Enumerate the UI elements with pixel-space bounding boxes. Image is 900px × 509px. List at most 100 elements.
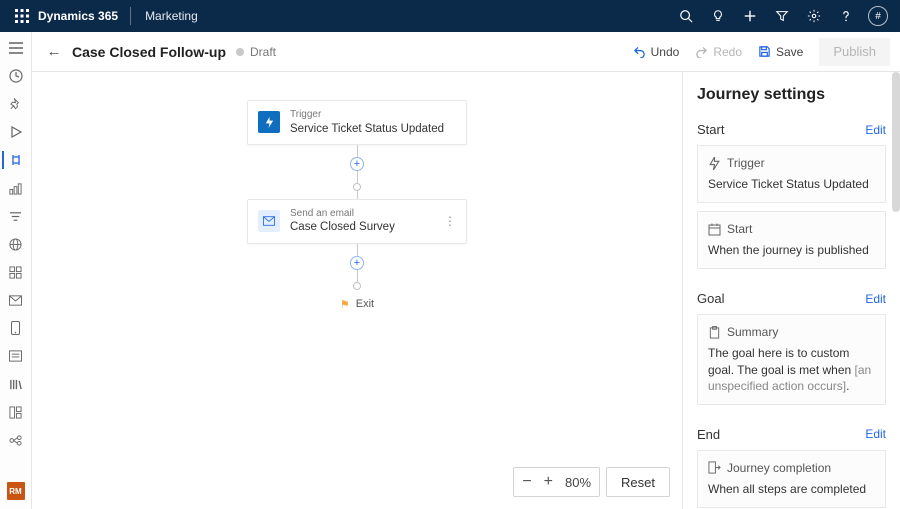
- flag-icon: ⚑: [340, 298, 350, 311]
- persona-initials: RM: [7, 482, 25, 500]
- clipboard-icon: [708, 326, 721, 339]
- nav-segments-icon[interactable]: [2, 204, 30, 228]
- tile-trigger-label: Trigger: [727, 156, 765, 170]
- avatar-initial: #: [875, 11, 881, 22]
- lightning-icon: [258, 111, 280, 133]
- tile-start: Start When the journey is published: [697, 211, 886, 269]
- save-button[interactable]: Save: [750, 38, 811, 66]
- page-title: Case Closed Follow-up: [72, 44, 226, 60]
- connector-node-icon: [353, 282, 361, 290]
- trigger-card[interactable]: Trigger Service Ticket Status Updated: [247, 100, 467, 145]
- publish-label: Publish: [833, 44, 876, 59]
- add-step-button[interactable]: +: [350, 157, 364, 171]
- tile-summary: Summary The goal here is to custom goal.…: [697, 314, 886, 405]
- edit-start-link[interactable]: Edit: [865, 123, 886, 137]
- section-start-label: Start: [697, 122, 724, 137]
- tile-start-label: Start: [727, 222, 752, 236]
- tile-completion-value: When all steps are completed: [708, 481, 875, 497]
- nav-connections-icon[interactable]: [2, 428, 30, 452]
- tile-completion-label: Journey completion: [727, 461, 831, 475]
- undo-label: Undo: [651, 45, 680, 59]
- nav-mobile-icon[interactable]: [2, 316, 30, 340]
- section-end-label: End: [697, 427, 720, 442]
- zoom-controls: − + 80% Reset: [513, 467, 670, 497]
- nav-hamburger-icon[interactable]: [2, 36, 30, 60]
- add-step-button[interactable]: +: [350, 256, 364, 270]
- nav-library-icon[interactable]: [2, 372, 30, 396]
- section-end: End Edit Journey completion When all ste…: [697, 427, 886, 508]
- nav-forms-icon[interactable]: [2, 344, 30, 368]
- nav-email-icon[interactable]: [2, 288, 30, 312]
- help-icon[interactable]: [830, 0, 862, 32]
- left-nav-rail: RM: [0, 32, 32, 509]
- journey-settings-panel: Journey settings Start Edit Trigger Serv…: [682, 72, 900, 509]
- section-goal-label: Goal: [697, 291, 724, 306]
- email-icon: [258, 210, 280, 232]
- zoom-reset-button[interactable]: Reset: [606, 467, 670, 497]
- status-dot-icon: [236, 48, 244, 56]
- user-avatar[interactable]: #: [862, 0, 894, 32]
- nav-dashboard-icon[interactable]: [2, 260, 30, 284]
- settings-gear-icon[interactable]: [798, 0, 830, 32]
- nav-pin-icon[interactable]: [2, 92, 30, 116]
- connector-line: [357, 171, 358, 183]
- add-icon[interactable]: [734, 0, 766, 32]
- redo-button: Redo: [687, 38, 750, 66]
- exit-icon: [708, 461, 721, 474]
- undo-button[interactable]: Undo: [625, 38, 688, 66]
- zoom-percent: 80%: [565, 475, 591, 490]
- trigger-title: Service Ticket Status Updated: [290, 122, 456, 136]
- tile-summary-value: The goal here is to custom goal. The goa…: [708, 345, 875, 394]
- summary-text-b: .: [846, 379, 849, 393]
- journey-canvas[interactable]: Trigger Service Ticket Status Updated +: [32, 72, 682, 509]
- connector-line: [357, 270, 358, 282]
- tile-start-value: When the journey is published: [708, 242, 875, 258]
- nav-recent-icon[interactable]: [2, 64, 30, 88]
- publish-button: Publish: [819, 38, 890, 66]
- lightning-icon: [708, 157, 721, 170]
- save-label: Save: [776, 45, 803, 59]
- connector-node-icon: [353, 183, 361, 191]
- exit-node[interactable]: ⚑ Exit: [340, 298, 374, 311]
- module-label: Marketing: [145, 9, 198, 23]
- global-app-bar: Dynamics 365 Marketing #: [0, 0, 900, 32]
- connector-line: [357, 145, 358, 157]
- brand-label: Dynamics 365: [38, 9, 118, 23]
- lightbulb-icon[interactable]: [702, 0, 734, 32]
- app-launcher-icon[interactable]: [6, 0, 38, 32]
- connector-line: [357, 191, 358, 199]
- edit-goal-link[interactable]: Edit: [865, 292, 886, 306]
- tile-summary-label: Summary: [727, 325, 778, 339]
- scrollbar-thumb[interactable]: [892, 72, 900, 212]
- nav-persona-badge[interactable]: RM: [2, 479, 30, 503]
- email-title: Case Closed Survey: [290, 220, 434, 234]
- zoom-in-button[interactable]: +: [544, 474, 553, 490]
- email-kicker: Send an email: [290, 208, 434, 221]
- email-card[interactable]: Send an email Case Closed Survey ⋮: [247, 199, 467, 244]
- nav-journeys-icon[interactable]: [2, 148, 30, 172]
- command-bar: ← Case Closed Follow-up Draft Undo Redo …: [32, 32, 900, 72]
- status-label: Draft: [250, 45, 276, 59]
- connector-line: [357, 244, 358, 256]
- exit-label: Exit: [356, 298, 374, 310]
- nav-play-icon[interactable]: [2, 120, 30, 144]
- section-goal: Goal Edit Summary The goal here is to cu…: [697, 291, 886, 405]
- tile-trigger: Trigger Service Ticket Status Updated: [697, 145, 886, 203]
- back-button[interactable]: ←: [42, 43, 66, 60]
- nav-analytics-icon[interactable]: [2, 176, 30, 200]
- nav-assets-icon[interactable]: [2, 400, 30, 424]
- section-start: Start Edit Trigger Service Ticket Status…: [697, 122, 886, 269]
- redo-label: Redo: [713, 45, 742, 59]
- summary-text-a: The goal here is to custom goal. The goa…: [708, 346, 855, 376]
- tile-completion: Journey completion When all steps are co…: [697, 450, 886, 508]
- nav-globe-icon[interactable]: [2, 232, 30, 256]
- trigger-kicker: Trigger: [290, 109, 456, 122]
- zoom-out-button[interactable]: −: [522, 474, 531, 490]
- edit-end-link[interactable]: Edit: [865, 427, 886, 441]
- brand-divider: [130, 7, 131, 25]
- calendar-icon: [708, 223, 721, 236]
- card-menu-icon[interactable]: ⋮: [444, 214, 456, 228]
- search-icon[interactable]: [670, 0, 702, 32]
- filter-icon[interactable]: [766, 0, 798, 32]
- panel-title: Journey settings: [697, 86, 886, 104]
